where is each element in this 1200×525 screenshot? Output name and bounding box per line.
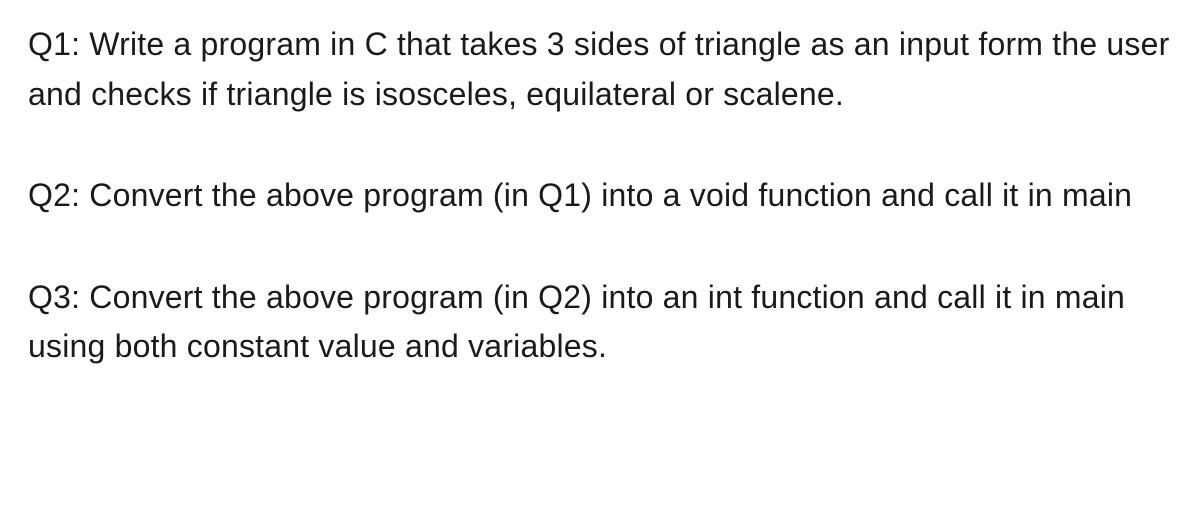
- question-3: Q3: Convert the above program (in Q2) in…: [28, 273, 1172, 372]
- question-2: Q2: Convert the above program (in Q1) in…: [28, 171, 1172, 221]
- question-1: Q1: Write a program in C that takes 3 si…: [28, 20, 1172, 119]
